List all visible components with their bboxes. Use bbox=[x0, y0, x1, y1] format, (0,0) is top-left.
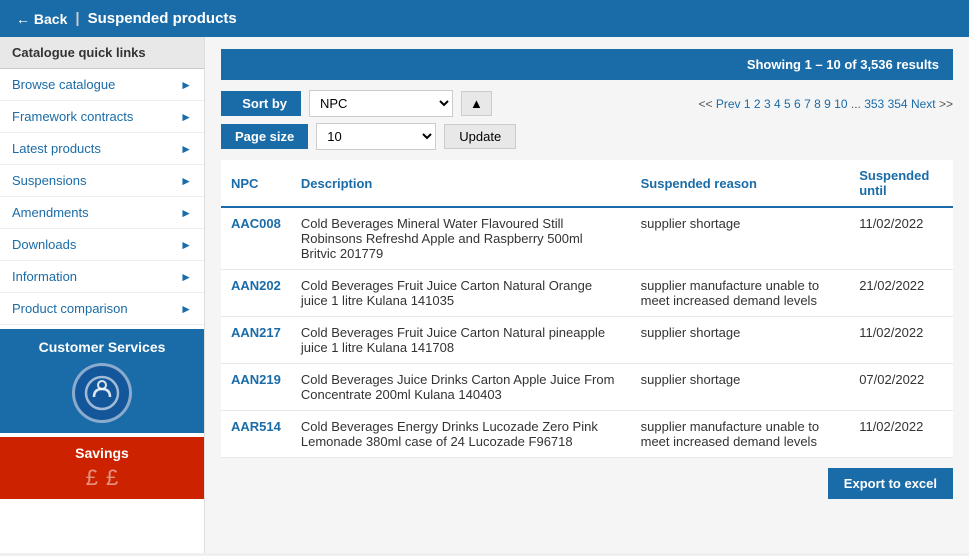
cell-npc: AAN217 bbox=[221, 317, 291, 364]
sort-asc-button[interactable]: ▲ bbox=[461, 91, 492, 116]
main-layout: Catalogue quick links Browse catalogue ►… bbox=[0, 37, 969, 553]
cell-npc: AAN202 bbox=[221, 270, 291, 317]
sidebar-item-amendments[interactable]: Amendments ► bbox=[0, 197, 204, 229]
cell-npc: AAR514 bbox=[221, 411, 291, 458]
back-link[interactable]: ← Back bbox=[16, 11, 67, 27]
table-row: AAC008 Cold Beverages Mineral Water Flav… bbox=[221, 207, 953, 270]
cell-suspended-until: 11/02/2022 bbox=[849, 411, 953, 458]
sidebar-item-latest-products[interactable]: Latest products ► bbox=[0, 133, 204, 165]
sidebar-item-label: Latest products bbox=[12, 141, 101, 156]
sort-select[interactable]: NPC Description Suspended reason Suspend… bbox=[309, 90, 453, 117]
page-size-label: Page size bbox=[221, 124, 308, 149]
chevron-right-icon: ► bbox=[180, 302, 192, 316]
cell-suspended-reason: supplier manufacture unable to meet incr… bbox=[631, 270, 850, 317]
col-header-npc: NPC bbox=[221, 160, 291, 207]
sidebar-item-browse-catalogue[interactable]: Browse catalogue ► bbox=[0, 69, 204, 101]
header-separator: | bbox=[75, 10, 79, 27]
sidebar-item-framework-contracts[interactable]: Framework contracts ► bbox=[0, 101, 204, 133]
cell-description: Cold Beverages Energy Drinks Lucozade Ze… bbox=[291, 411, 631, 458]
table-row: AAN219 Cold Beverages Juice Drinks Carto… bbox=[221, 364, 953, 411]
npc-link[interactable]: AAN217 bbox=[231, 325, 281, 340]
npc-link[interactable]: AAN202 bbox=[231, 278, 281, 293]
savings-icons: £ £ bbox=[8, 465, 196, 491]
cell-suspended-reason: supplier shortage bbox=[631, 317, 850, 364]
customer-services-icon[interactable] bbox=[72, 363, 132, 423]
savings-block: Savings £ £ bbox=[0, 437, 204, 499]
col-header-suspended-until: Suspended until bbox=[849, 160, 953, 207]
page-header: ← Back | Suspended products bbox=[0, 0, 969, 37]
customer-services-block: Customer Services bbox=[0, 329, 204, 433]
main-content: Showing 1 – 10 of 3,536 results Sort by … bbox=[205, 37, 969, 553]
cell-suspended-until: 21/02/2022 bbox=[849, 270, 953, 317]
col-header-description: Description bbox=[291, 160, 631, 207]
cell-description: Cold Beverages Fruit Juice Carton Natura… bbox=[291, 317, 631, 364]
chevron-right-icon: ► bbox=[180, 206, 192, 220]
chevron-right-icon: ► bbox=[180, 110, 192, 124]
table-row: AAR514 Cold Beverages Energy Drinks Luco… bbox=[221, 411, 953, 458]
cell-suspended-until: 11/02/2022 bbox=[849, 317, 953, 364]
col-header-suspended-reason: Suspended reason bbox=[631, 160, 850, 207]
sidebar-item-suspensions[interactable]: Suspensions ► bbox=[0, 165, 204, 197]
update-button[interactable]: Update bbox=[444, 124, 516, 149]
sidebar-item-product-comparison[interactable]: Product comparison ► bbox=[0, 293, 204, 325]
chevron-right-icon: ► bbox=[180, 174, 192, 188]
next-link[interactable]: Next bbox=[911, 97, 936, 111]
npc-link[interactable]: AAR514 bbox=[231, 419, 281, 434]
cell-description: Cold Beverages Fruit Juice Carton Natura… bbox=[291, 270, 631, 317]
sidebar-item-downloads[interactable]: Downloads ► bbox=[0, 229, 204, 261]
sidebar-item-label: Downloads bbox=[12, 237, 76, 252]
cell-description: Cold Beverages Mineral Water Flavoured S… bbox=[291, 207, 631, 270]
cell-suspended-reason: supplier shortage bbox=[631, 207, 850, 270]
npc-link[interactable]: AAN219 bbox=[231, 372, 281, 387]
sidebar-item-label: Suspensions bbox=[12, 173, 86, 188]
chevron-right-icon: ► bbox=[180, 142, 192, 156]
results-bar: Showing 1 – 10 of 3,536 results bbox=[221, 49, 953, 80]
cell-suspended-reason: supplier manufacture unable to meet incr… bbox=[631, 411, 850, 458]
sort-row: Sort by NPC Description Suspended reason… bbox=[221, 90, 953, 117]
sidebar-item-label: Framework contracts bbox=[12, 109, 133, 124]
page-size-row: Page size 10 25 50 100 Update bbox=[221, 123, 953, 150]
table-row: AAN202 Cold Beverages Fruit Juice Carton… bbox=[221, 270, 953, 317]
sidebar-item-label: Product comparison bbox=[12, 301, 128, 316]
page-title: Suspended products bbox=[88, 10, 237, 27]
sidebar-item-label: Information bbox=[12, 269, 77, 284]
cell-npc: AAN219 bbox=[221, 364, 291, 411]
products-table: NPC Description Suspended reason Suspend… bbox=[221, 160, 953, 458]
chevron-right-icon: ► bbox=[180, 238, 192, 252]
sidebar-item-information[interactable]: Information ► bbox=[0, 261, 204, 293]
chevron-right-icon: ► bbox=[180, 78, 192, 92]
prev-link[interactable]: Prev bbox=[716, 97, 741, 111]
cell-suspended-reason: supplier shortage bbox=[631, 364, 850, 411]
pagination: << Prev 1 2 3 4 5 6 7 8 9 10 ... 353 354… bbox=[699, 97, 954, 111]
sidebar-item-label: Amendments bbox=[12, 205, 89, 220]
export-button[interactable]: Export to excel bbox=[828, 468, 953, 499]
chevron-right-icon: ► bbox=[180, 270, 192, 284]
savings-title: Savings bbox=[8, 445, 196, 461]
cell-description: Cold Beverages Juice Drinks Carton Apple… bbox=[291, 364, 631, 411]
page-size-select[interactable]: 10 25 50 100 bbox=[316, 123, 436, 150]
sidebar-item-label: Browse catalogue bbox=[12, 77, 115, 92]
cell-suspended-until: 07/02/2022 bbox=[849, 364, 953, 411]
npc-link[interactable]: AAC008 bbox=[231, 216, 281, 231]
cell-npc: AAC008 bbox=[221, 207, 291, 270]
sort-label: Sort by bbox=[221, 91, 301, 116]
cell-suspended-until: 11/02/2022 bbox=[849, 207, 953, 270]
sidebar: Catalogue quick links Browse catalogue ►… bbox=[0, 37, 205, 553]
sidebar-section-title: Catalogue quick links bbox=[0, 37, 204, 69]
table-row: AAN217 Cold Beverages Fruit Juice Carton… bbox=[221, 317, 953, 364]
pound-icon-2: £ bbox=[106, 465, 118, 491]
footer-row: Export to excel bbox=[221, 458, 953, 509]
pound-icon: £ bbox=[86, 465, 98, 491]
customer-services-title: Customer Services bbox=[8, 339, 196, 355]
